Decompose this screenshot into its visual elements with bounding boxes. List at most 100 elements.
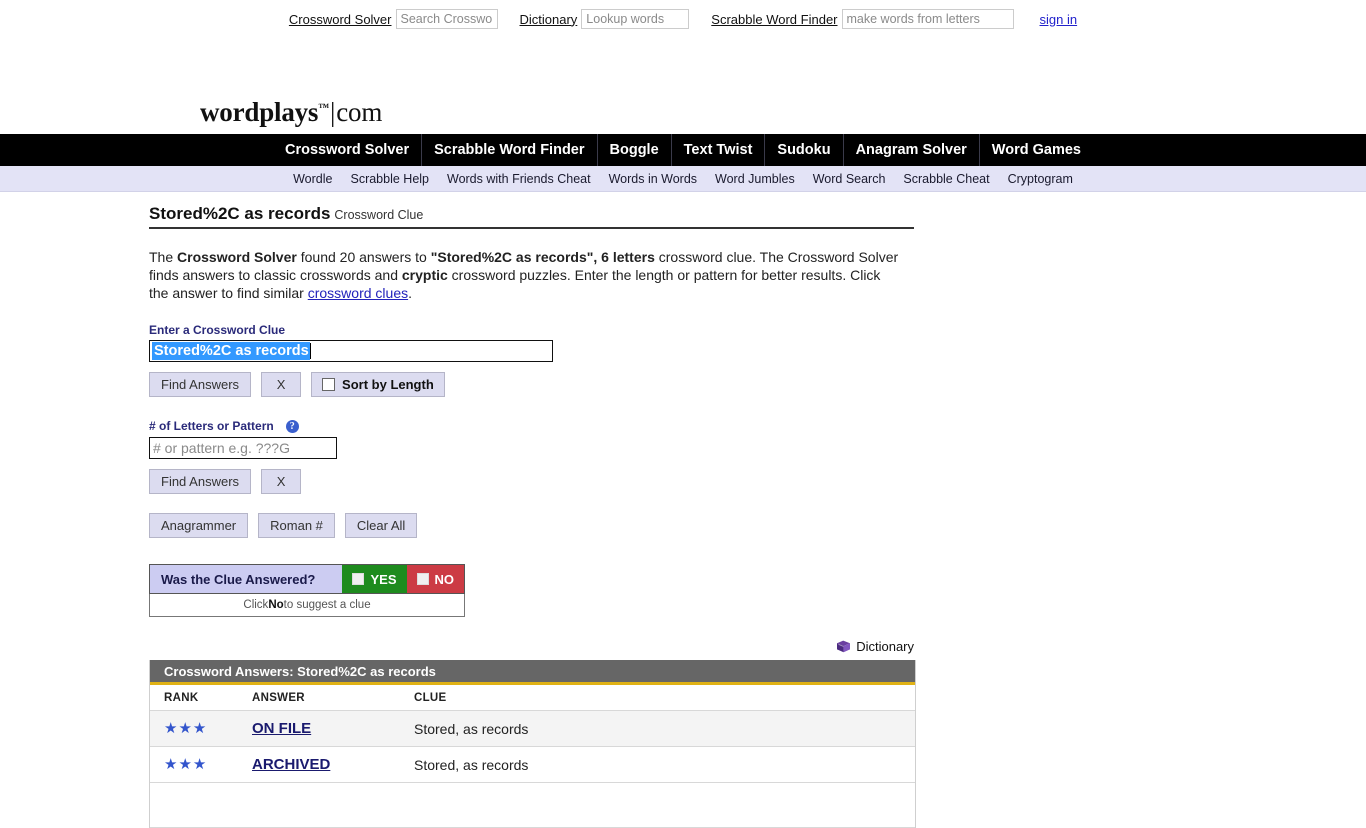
star-rating-icon: ★★★ <box>164 720 208 737</box>
nav-label: Word Games <box>991 142 1081 158</box>
nav-label: Scrabble Word Finder <box>434 142 585 158</box>
checkbox-icon[interactable] <box>322 378 336 391</box>
pattern-button-row: Find Answers X <box>149 469 1366 494</box>
dictionary-row: Dictionary <box>149 639 914 654</box>
table-row-spacer <box>150 782 915 828</box>
note-text-bold: No <box>268 599 284 611</box>
clue-input[interactable]: Stored%2C as records <box>149 340 553 362</box>
note-text-post: to suggest a clue <box>283 599 371 611</box>
answered-yes-button[interactable]: YES <box>342 565 407 593</box>
clue-answered-note: Click No to suggest a clue <box>149 594 465 617</box>
page-subtitle: Crossword Clue <box>334 208 424 222</box>
crossword-clues-link[interactable]: crossword clues <box>308 285 408 301</box>
note-text-pre: Click <box>243 599 269 611</box>
help-icon[interactable]: ? <box>285 419 299 433</box>
intro-paragraph: The Crossword Solver found 20 answers to… <box>149 248 899 302</box>
logo-name: wordplays <box>200 97 319 127</box>
dictionary-link[interactable]: Dictionary <box>836 639 914 654</box>
page-title: Stored%2C as records <box>149 204 331 223</box>
spacer-cell <box>414 782 915 828</box>
rank-cell: ★★★ <box>150 710 252 747</box>
clear-all-button[interactable]: Clear All <box>344 513 418 538</box>
main-navigation: Crossword Solver Scrabble Word Finder Bo… <box>0 134 1366 166</box>
nav-item-crossword-solver[interactable]: Crossword Solver <box>273 134 421 166</box>
subnav-item-words-in-words[interactable]: Words in Words <box>600 172 706 186</box>
nav-label: Boggle <box>609 142 659 158</box>
scrabble-search-input[interactable] <box>841 9 1014 29</box>
intro-text-5: . <box>408 285 412 301</box>
pattern-field-label: # of Letters or Pattern <box>149 419 274 433</box>
subnav-item-cryptogram[interactable]: Cryptogram <box>999 172 1082 186</box>
answer-link[interactable]: ARCHIVED <box>252 756 330 773</box>
clear-clue-button[interactable]: X <box>261 372 302 397</box>
clue-text: Stored, as records <box>414 756 529 773</box>
answer-link[interactable]: ON FILE <box>252 720 311 737</box>
checkbox-icon <box>416 573 429 585</box>
nav-item-boggle[interactable]: Boggle <box>596 134 671 166</box>
answered-no-button[interactable]: NO <box>406 565 464 593</box>
pattern-input[interactable] <box>149 437 337 459</box>
sort-by-length-label: Sort by Length <box>342 377 434 392</box>
subnav-item-word-search[interactable]: Word Search <box>804 172 895 186</box>
spacer-cell <box>150 782 252 828</box>
nav-label: Crossword Solver <box>285 142 410 158</box>
nav-item-text-twist[interactable]: Text Twist <box>670 134 765 166</box>
table-row[interactable]: ★★★ ON FILE Stored, as records <box>150 710 915 747</box>
nav-item-scrabble-word-finder[interactable]: Scrabble Word Finder <box>421 134 596 166</box>
subnav-item-scrabble-cheat[interactable]: Scrabble Cheat <box>894 172 998 186</box>
anagrammer-button[interactable]: Anagrammer <box>149 513 249 538</box>
answered-yes-label: YES <box>370 571 397 587</box>
tools-button-row: Anagrammer Roman # Clear All <box>149 513 1366 538</box>
clue-field-label: Enter a Crossword Clue <box>149 323 286 337</box>
crossword-search-input[interactable] <box>395 9 498 29</box>
intro-text-2: found 20 answers to <box>296 249 431 265</box>
top-crossword-solver-link[interactable]: Crossword Solver <box>289 12 392 27</box>
top-dictionary-link[interactable]: Dictionary <box>520 12 578 27</box>
clue-input-value: Stored%2C as records <box>152 342 310 360</box>
main-content: Stored%2C as records Crossword Clue The C… <box>0 192 1366 828</box>
table-header-row: RANK ANSWER CLUE <box>150 685 915 711</box>
nav-item-anagram-solver[interactable]: Anagram Solver <box>842 134 979 166</box>
column-header-answer: ANSWER <box>252 685 414 711</box>
clue-cell: Stored, as records <box>414 710 915 747</box>
roman-number-button[interactable]: Roman # <box>258 513 335 538</box>
book-icon <box>837 640 851 653</box>
site-logo[interactable]: wordplays™|com <box>200 99 382 134</box>
text-caret <box>309 343 311 359</box>
pattern-label-row: # of Letters or Pattern ? <box>149 419 1366 433</box>
clue-answered-question: Was the Clue Answered? <box>150 565 343 593</box>
checkbox-icon <box>352 573 365 585</box>
nav-item-sudoku[interactable]: Sudoku <box>764 134 842 166</box>
answer-cell: ARCHIVED <box>252 746 414 783</box>
column-header-clue: CLUE <box>414 685 915 711</box>
subnav-item-scrabble-help[interactable]: Scrabble Help <box>341 172 438 186</box>
sort-by-length-toggle[interactable]: Sort by Length <box>311 372 445 397</box>
secondary-navigation: Wordle Scrabble Help Words with Friends … <box>0 166 1366 192</box>
top-utility-bar: Crossword Solver Dictionary Scrabble Wor… <box>0 0 1366 38</box>
subnav-item-wordle[interactable]: Wordle <box>284 172 341 186</box>
intro-bold-clue: "Stored%2C as records", 6 letters <box>430 249 655 265</box>
clear-pattern-button[interactable]: X <box>261 469 302 494</box>
nav-label: Text Twist <box>683 142 753 158</box>
rank-cell: ★★★ <box>150 746 252 783</box>
find-answers-pattern-button[interactable]: Find Answers <box>149 469 252 494</box>
clue-text: Stored, as records <box>414 720 529 737</box>
logo-trademark: ™ <box>318 102 330 114</box>
intro-bold-solver: Crossword Solver <box>177 249 297 265</box>
nav-item-word-games[interactable]: Word Games <box>978 134 1093 166</box>
nav-label: Anagram Solver <box>855 142 967 158</box>
table-row[interactable]: ★★★ ARCHIVED Stored, as records <box>150 746 915 783</box>
find-answers-button[interactable]: Find Answers <box>149 372 252 397</box>
subnav-item-words-with-friends-cheat[interactable]: Words with Friends Cheat <box>438 172 600 186</box>
sign-in-link[interactable]: sign in <box>1040 12 1078 27</box>
spacer-cell <box>252 782 414 828</box>
top-scrabble-word-finder-link[interactable]: Scrabble Word Finder <box>711 12 837 27</box>
intro-text-1: The <box>149 249 178 265</box>
clue-answered-widget: Was the Clue Answered? YES NO Click No t… <box>149 564 465 617</box>
clue-button-row: Find Answers X Sort by Length <box>149 372 1366 397</box>
subnav-item-word-jumbles[interactable]: Word Jumbles <box>706 172 804 186</box>
logo-separator: | <box>330 97 336 127</box>
page-header: Stored%2C as records Crossword Clue <box>149 204 914 229</box>
results-panel: Crossword Answers: Stored%2C as records … <box>149 660 916 828</box>
dictionary-search-input[interactable] <box>581 9 690 29</box>
